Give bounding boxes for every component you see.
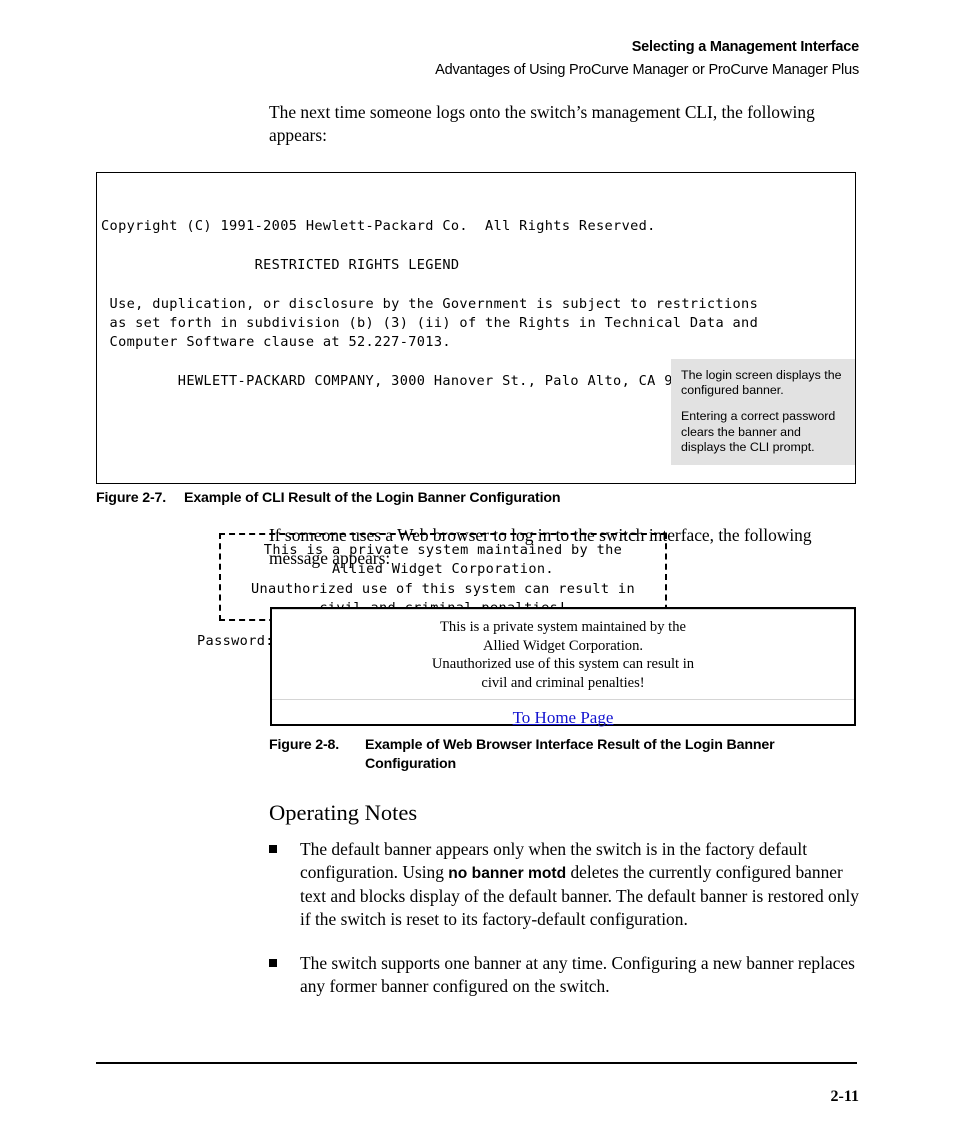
figure-2-7-caption: Figure 2-7. Example of CLI Result of the … bbox=[96, 489, 856, 508]
figure-2-7-label: Figure 2-7. bbox=[96, 490, 167, 506]
figure-2-7-title: Example of CLI Result of the Login Banne… bbox=[184, 490, 561, 506]
document-page: Selecting a Management Interface Advanta… bbox=[0, 0, 954, 1145]
list-item: The switch supports one banner at any ti… bbox=[269, 952, 861, 997]
web-browser-banner-figure: This is a private system maintained by t… bbox=[270, 607, 856, 728]
figure-2-8-label: Figure 2-8. bbox=[269, 737, 340, 753]
figure-2-8-title: Example of Web Browser Interface Result … bbox=[365, 737, 775, 772]
operating-notes-heading: Operating Notes bbox=[269, 800, 418, 825]
web-banner-line-1: This is a private system maintained by t… bbox=[439, 619, 686, 635]
running-header: Selecting a Management Interface Advanta… bbox=[435, 38, 859, 80]
cli-screen-text: Copyright (C) 1991-2005 Hewlett-Packard … bbox=[101, 218, 759, 390]
page-number: 2-11 bbox=[830, 1088, 859, 1105]
operating-notes-list: The default banner appears only when the… bbox=[269, 838, 861, 1015]
web-intro-paragraph: If someone uses a Web browser to log in … bbox=[269, 525, 812, 568]
web-link-row: To Home Page bbox=[272, 700, 854, 728]
callout-paragraph-2: Entering a correct password clears the b… bbox=[681, 409, 836, 454]
intro-paragraph-block: The next time someone logs onto the swit… bbox=[269, 101, 861, 146]
web-banner-line-4: civil and criminal penalties! bbox=[481, 674, 645, 691]
figure-2-8-caption: Figure 2-8. Example of Web Browser Inter… bbox=[269, 736, 861, 774]
list-item-text: The default banner appears only when the… bbox=[300, 838, 861, 930]
to-home-page-link[interactable]: To Home Page bbox=[513, 708, 614, 727]
web-banner-line-3: Unauthorized use of this system can resu… bbox=[431, 656, 695, 673]
header-subtitle: Advantages of Using ProCurve Manager or … bbox=[435, 61, 859, 78]
bullet-2-text-before: The switch supports one banner at any ti… bbox=[300, 953, 855, 996]
web-intro-paragraph-block: If someone uses a Web browser to log in … bbox=[269, 524, 861, 569]
footer-rule bbox=[96, 1062, 857, 1064]
cli-callout-panel: The login screen displays the configured… bbox=[671, 359, 855, 465]
web-banner-text: This is a private system maintained by t… bbox=[272, 610, 854, 699]
list-item: The default banner appears only when the… bbox=[269, 838, 861, 930]
bullet-square-icon bbox=[269, 952, 300, 997]
intro-paragraph: The next time someone logs onto the swit… bbox=[269, 102, 815, 145]
list-item-text: The switch supports one banner at any ti… bbox=[300, 952, 861, 997]
cli-screen-figure: Copyright (C) 1991-2005 Hewlett-Packard … bbox=[96, 172, 856, 649]
header-title: Selecting a Management Interface bbox=[631, 39, 859, 55]
bullet-1-command: no banner motd bbox=[448, 864, 567, 882]
callout-paragraph-1: The login screen displays the configured… bbox=[681, 368, 842, 398]
web-banner-line-2: Allied Widget Corporation. bbox=[482, 637, 644, 654]
bullet-square-icon bbox=[269, 838, 300, 930]
